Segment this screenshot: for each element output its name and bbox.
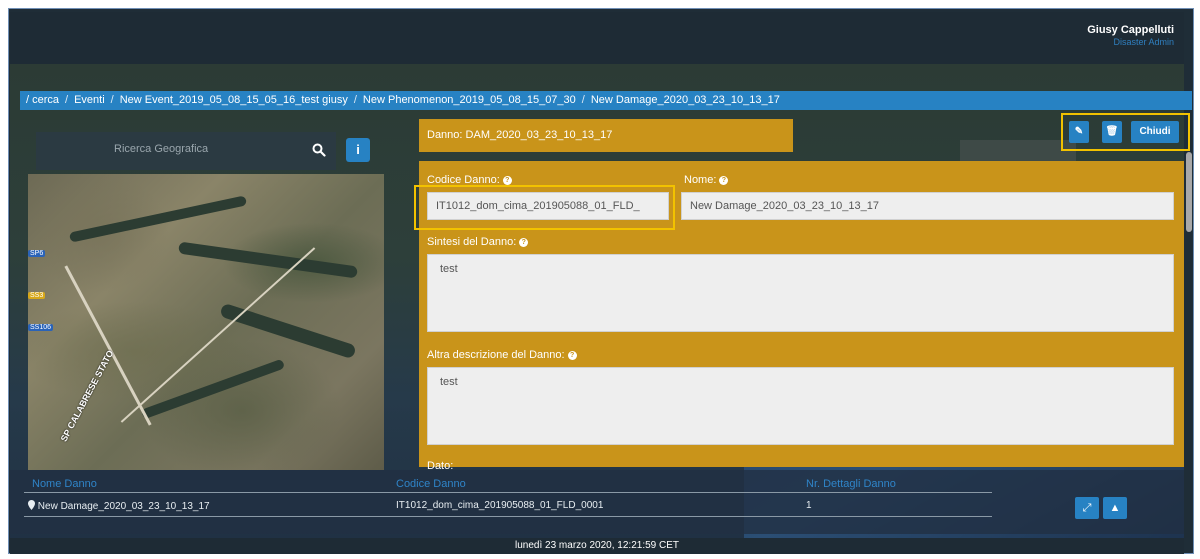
info-button[interactable]: i [346,138,370,162]
other-description-label: Altra descrizione del Danno:? [427,349,577,361]
row-damage-code: IT1012_dom_cima_201905088_01_FLD_0001 [396,500,604,511]
row-damage-name: New Damage_2020_03_23_10_13_17 [37,501,210,512]
code-field-highlight [414,185,675,230]
breadcrumb-separator: / [353,94,357,106]
expand-icon[interactable]: ⤢ [1075,497,1099,519]
satellite-map[interactable]: SP CALABRESE STATO SP6 SS3 SS106 [28,174,384,470]
edit-button[interactable]: ✎ [1069,121,1089,143]
collapse-icon[interactable]: ▲ [1103,497,1127,519]
name-label: Nome:? [684,174,729,186]
user-name: Giusy Cappelluti [1087,24,1174,36]
breadcrumb: / cerca / Eventi / New Event_2019_05_08_15_0… [20,91,1192,110]
other-description-textarea[interactable]: test [427,367,1174,445]
user-info[interactable]: Giusy Cappelluti Disaster Admin [1087,24,1174,47]
road-sign: SP6 [28,250,46,257]
table-row[interactable]: New Damage_2020_03_23_10_13_17 [28,500,210,512]
panel-scrollbar[interactable] [1186,152,1192,232]
breadcrumb-item-cerca[interactable]: / cerca [26,94,59,106]
search-placeholder: Ricerca Geografica [114,143,209,155]
breadcrumb-item-eventi[interactable]: Eventi [74,94,105,106]
table-header-name[interactable]: Nome Danno [32,478,97,490]
breadcrumb-separator: / [110,94,114,106]
road-label: SP CALABRESE STATO [58,348,116,444]
help-icon[interactable]: ? [719,176,729,185]
road-sign: SS3 [28,292,46,299]
map-river [219,302,357,360]
search-icon[interactable] [312,143,326,157]
summary-label-text: Sintesi del Danno: [427,236,517,248]
road-sign: SS106 [28,324,54,331]
breadcrumb-item-phenomenon[interactable]: New Phenomenon_2019_05_08_15_07_30 [363,94,576,106]
other-description-label-text: Altra descrizione del Danno: [427,349,565,361]
table-header-divider [24,492,992,493]
top-header: Giusy Cappelluti Disaster Admin [10,12,1184,64]
geo-search-input[interactable]: Ricerca Geografica [36,132,336,170]
breadcrumb-separator: / [65,94,69,106]
table-header-code[interactable]: Codice Danno [396,478,466,490]
breadcrumb-item-damage[interactable]: New Damage_2020_03_23_10_13_17 [591,94,780,106]
help-icon[interactable]: ? [502,176,512,185]
name-field[interactable]: New Damage_2020_03_23_10_13_17 [681,192,1174,220]
summary-textarea[interactable]: test [427,254,1174,332]
table-header-details[interactable]: Nr. Dettagli Danno [806,478,896,490]
footer-datetime: lunedì 23 marzo 2020, 12:21:59 CET [10,538,1184,554]
summary-label: Sintesi del Danno:? [427,236,529,248]
map-search-field[interactable] [960,140,1076,162]
damage-header-label: Danno: [427,129,463,141]
user-role: Disaster Admin [1113,37,1174,47]
close-button[interactable]: Chiudi [1131,121,1179,143]
row-details-count: 1 [806,500,812,511]
help-icon[interactable]: ? [567,351,577,360]
map-marker-icon [28,500,35,510]
breadcrumb-separator: / [581,94,585,106]
help-icon[interactable]: ? [519,238,529,247]
table-row-divider [24,516,992,517]
breadcrumb-item-event[interactable]: New Event_2019_05_08_15_05_16_test giusy [120,94,348,106]
damage-header-value: DAM_2020_03_23_10_13_17 [465,129,613,141]
delete-button[interactable]: 🗑 [1102,121,1122,143]
map-river [178,241,358,279]
map-river [68,195,248,243]
map-river [140,358,286,420]
name-label-text: Nome: [684,174,717,186]
damage-header: Danno: DAM_2020_03_23_10_13_17 [419,119,793,152]
